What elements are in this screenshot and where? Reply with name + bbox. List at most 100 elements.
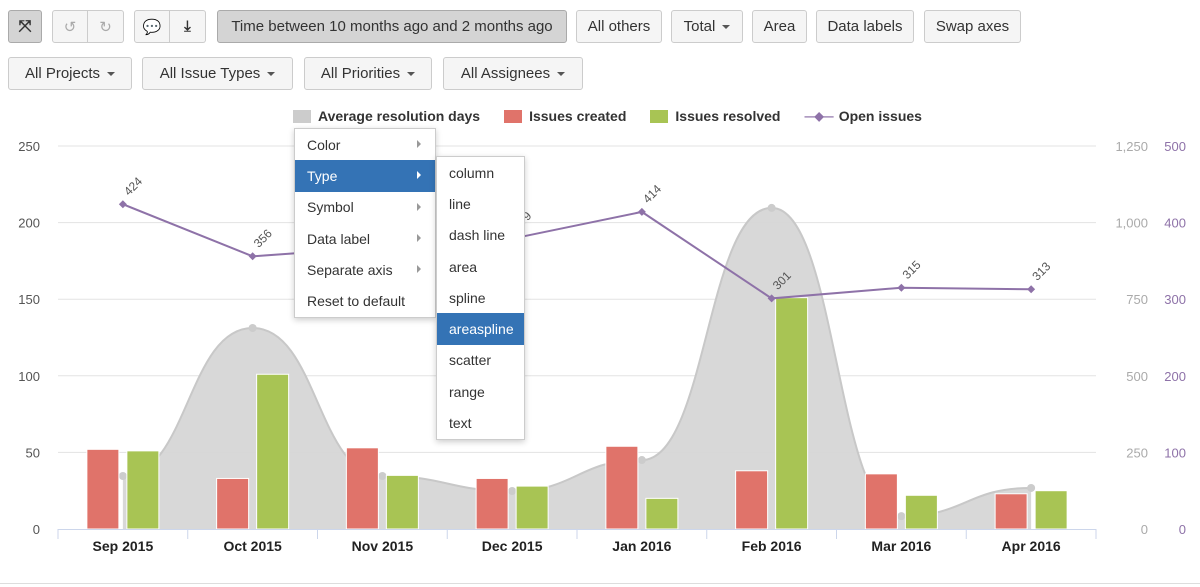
menu-item-separate-axis[interactable]: Separate axis	[295, 254, 435, 285]
y-tick-label: 250	[18, 139, 40, 154]
menu-item-column[interactable]: column	[437, 157, 524, 188]
y2-tick-label: 1,000	[1115, 216, 1148, 231]
menu-item-areaspline[interactable]: areaspline	[437, 313, 524, 345]
data-label-open-issues: 313	[1029, 259, 1053, 283]
legend-label: Average resolution days	[318, 108, 481, 124]
menu-item-label: range	[449, 383, 485, 400]
y2-tick-label: 250	[1126, 445, 1148, 460]
point-avg-resolution	[1027, 483, 1036, 492]
x-tick-label: Mar 2016	[871, 538, 931, 554]
menu-item-label: area	[449, 258, 478, 275]
marker-open-issues	[248, 252, 257, 261]
bar-issues-created	[345, 447, 379, 530]
y3-tick-label: 300	[1164, 292, 1186, 307]
menu-item-label: column	[449, 164, 495, 181]
menu-item-scatter[interactable]: scatter	[437, 345, 524, 376]
point-avg-resolution	[508, 487, 517, 496]
menu-item-data-label[interactable]: Data label	[295, 223, 435, 254]
menu-item-label: text	[449, 415, 472, 432]
y3-tick-label: 400	[1164, 216, 1186, 231]
menu-item-label: dash line	[449, 227, 506, 244]
y3-tick-label: 0	[1179, 522, 1186, 537]
x-tick-label: Oct 2015	[223, 538, 282, 554]
y3-tick-label: 100	[1164, 445, 1186, 460]
bar-issues-created	[994, 493, 1028, 530]
menu-item-label: Type	[307, 167, 338, 184]
data-label-open-issues: 356	[251, 226, 275, 250]
chart: 0 0 0 50 250 100 100 500 200 150 750 300 200 1,000 400…	[18, 139, 1186, 554]
bar-issues-resolved	[904, 494, 938, 530]
menu-item-color[interactable]: Color	[295, 129, 435, 160]
menu-item-symbol[interactable]: Symbol	[295, 192, 435, 223]
legend-line-marker: —◆—	[804, 109, 833, 123]
menu-item-line[interactable]: line	[437, 188, 524, 219]
chevron-right-icon	[417, 233, 421, 242]
marker-open-issues	[1027, 285, 1036, 294]
menu-item-label: line	[449, 195, 471, 212]
y2-tick-label: 1,250	[1115, 139, 1148, 154]
chevron-right-icon	[417, 265, 421, 274]
bar-issues-created	[735, 470, 769, 530]
menu-item-text[interactable]: text	[437, 407, 524, 438]
menu-item-range[interactable]: range	[437, 376, 524, 407]
point-avg-resolution	[378, 471, 387, 480]
legend-label: Open issues	[838, 108, 922, 124]
menu-item-label: Data label	[307, 230, 371, 247]
legend-label: Issues created	[529, 108, 627, 124]
menu-item-area[interactable]: area	[437, 251, 524, 282]
legend-item[interactable]: Issues resolved	[650, 108, 780, 124]
bar-issues-created	[475, 477, 509, 530]
y-tick-label: 200	[18, 216, 40, 231]
legend: Average resolution days Issues created I…	[293, 108, 946, 124]
menu-item-label: Reset to default	[307, 293, 406, 310]
legend-item[interactable]: Average resolution days	[293, 108, 480, 124]
chevron-right-icon	[417, 140, 421, 148]
point-avg-resolution	[897, 512, 906, 521]
marker-open-issues	[897, 283, 906, 292]
x-tick-label: Nov 2015	[352, 538, 414, 554]
x-tick-label: Dec 2015	[482, 538, 543, 554]
point-avg-resolution	[248, 324, 257, 333]
menu-item-label: areaspline	[449, 321, 514, 338]
point-avg-resolution	[767, 203, 776, 212]
line-open-issues	[122, 203, 1032, 300]
y3-tick-label: 200	[1164, 369, 1186, 384]
data-label-open-issues: 414	[640, 182, 664, 206]
point-avg-resolution	[118, 471, 127, 480]
bar-issues-resolved	[645, 497, 679, 530]
legend-item[interactable]: Issues created	[504, 108, 626, 124]
marker-open-issues	[118, 200, 127, 209]
bar-issues-resolved	[385, 474, 419, 530]
menu-item-label: spline	[449, 289, 486, 306]
x-tick-label: Feb 2016	[742, 538, 802, 554]
divider	[0, 583, 1200, 584]
bar-issues-created	[86, 448, 120, 530]
bar-issues-created	[605, 445, 639, 530]
bar-issues-created	[216, 477, 250, 530]
menu-item-label: scatter	[449, 352, 492, 369]
data-label-open-issues: 424	[121, 174, 145, 198]
y-tick-label: 150	[18, 292, 40, 307]
legend-swatch	[650, 109, 669, 123]
menu-item-label: Color	[307, 136, 341, 153]
type-submenu: column line dash line area spline areaspline s…	[436, 156, 525, 440]
y-tick-label: 0	[33, 522, 40, 537]
menu-item-spline[interactable]: spline	[437, 282, 524, 313]
legend-item[interactable]: —◆— Open issues	[804, 108, 922, 124]
y3-tick-label: 500	[1164, 139, 1186, 154]
y2-tick-label: 750	[1126, 292, 1148, 307]
bar-issues-resolved	[1034, 490, 1068, 530]
bar-issues-created	[864, 473, 898, 530]
y2-tick-label: 0	[1141, 522, 1148, 537]
legend-swatch	[504, 109, 523, 123]
chevron-right-icon	[417, 202, 421, 211]
bar-issues-resolved	[775, 297, 809, 530]
legend-swatch	[293, 109, 311, 123]
menu-item-reset-to-default[interactable]: Reset to default	[295, 285, 435, 316]
y-tick-label: 100	[18, 369, 40, 384]
menu-item-type[interactable]: Type	[295, 160, 435, 192]
x-tick-label: Sep 2015	[93, 538, 154, 554]
point-avg-resolution	[637, 456, 646, 465]
y-tick-label: 50	[26, 445, 40, 460]
menu-item-dash-line[interactable]: dash line	[437, 220, 524, 251]
